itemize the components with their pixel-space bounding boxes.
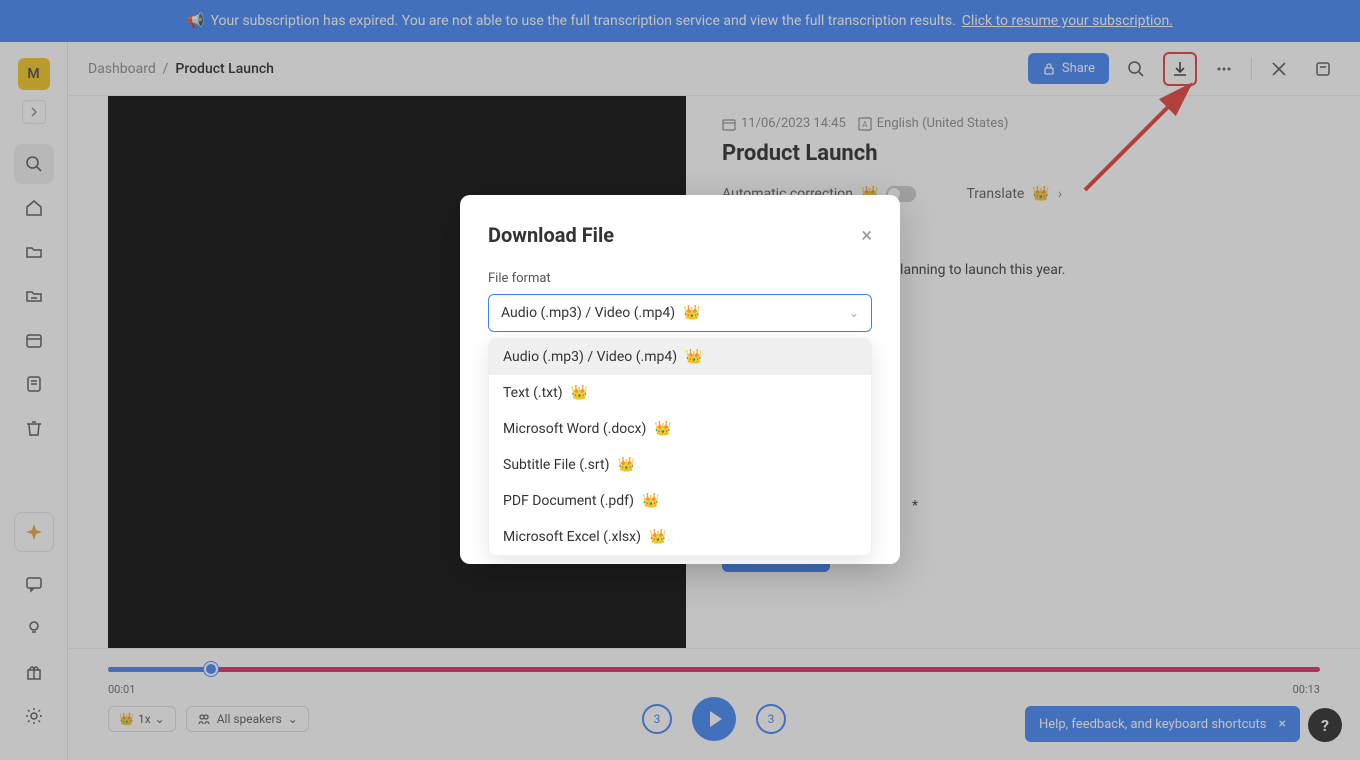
file-format-label: File format xyxy=(488,271,872,286)
crown-icon: 👑 xyxy=(685,349,702,365)
crown-icon: 👑 xyxy=(571,385,588,401)
chevron-down-icon: ⌄ xyxy=(849,306,859,320)
modal-title: Download File xyxy=(488,223,614,247)
option-label: Microsoft Excel (.xlsx) xyxy=(503,529,641,545)
modal-header: Download File × xyxy=(488,223,872,247)
file-format-dropdown: Audio (.mp3) / Video (.mp4) 👑 Text (.txt)… xyxy=(488,338,872,556)
file-format-select[interactable]: Audio (.mp3) / Video (.mp4) 👑 ⌄ xyxy=(488,294,872,332)
option-label: Audio (.mp3) / Video (.mp4) xyxy=(503,349,677,365)
crown-icon: 👑 xyxy=(649,529,666,545)
crown-icon: 👑 xyxy=(617,457,634,473)
format-option-pdf[interactable]: PDF Document (.pdf) 👑 xyxy=(489,483,871,519)
crown-icon: 👑 xyxy=(654,421,671,437)
download-modal: Download File × File format Audio (.mp3)… xyxy=(460,195,900,564)
format-option-docx[interactable]: Microsoft Word (.docx) 👑 xyxy=(489,411,871,447)
crown-icon: 👑 xyxy=(683,305,700,321)
option-label: Microsoft Word (.docx) xyxy=(503,421,646,437)
option-label: Subtitle File (.srt) xyxy=(503,457,609,473)
option-label: PDF Document (.pdf) xyxy=(503,493,634,509)
option-label: Text (.txt) xyxy=(503,385,563,401)
format-option-audio-video[interactable]: Audio (.mp3) / Video (.mp4) 👑 xyxy=(489,339,871,375)
selected-format: Audio (.mp3) / Video (.mp4) xyxy=(501,305,675,321)
modal-close-button[interactable]: × xyxy=(861,223,872,247)
format-option-txt[interactable]: Text (.txt) 👑 xyxy=(489,375,871,411)
format-option-xlsx[interactable]: Microsoft Excel (.xlsx) 👑 xyxy=(489,519,871,555)
crown-icon: 👑 xyxy=(642,493,659,509)
format-option-srt[interactable]: Subtitle File (.srt) 👑 xyxy=(489,447,871,483)
